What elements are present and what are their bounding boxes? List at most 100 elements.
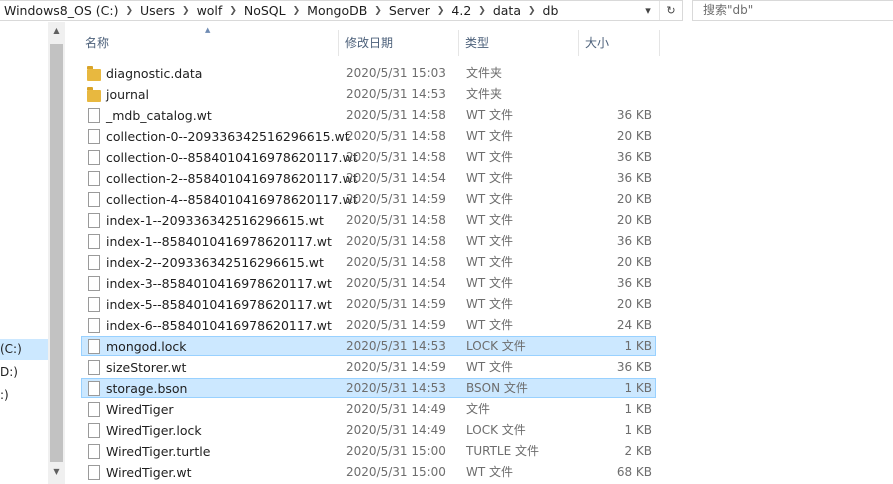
- breadcrumb-separator-icon[interactable]: ❯: [122, 6, 136, 16]
- file-size: 36 KB: [616, 108, 652, 122]
- breadcrumb-wolf[interactable]: wolf: [193, 3, 227, 18]
- breadcrumb-separator-icon[interactable]: ❯: [179, 6, 193, 16]
- file-row[interactable]: storage.bson 2020/5/31 14:53 BSON 文件 1 KB: [0, 378, 893, 399]
- breadcrumb-mongodb[interactable]: MongoDB: [303, 3, 371, 18]
- breadcrumb-separator-icon[interactable]: ❯: [475, 6, 489, 16]
- file-name: sizeStorer.wt: [106, 360, 187, 375]
- file-size: 36 KB: [616, 234, 652, 248]
- file-row[interactable]: sizeStorer.wt 2020/5/31 14:59 WT 文件 36 KB: [0, 357, 893, 378]
- file-modified-date: 2020/5/31 14:59: [346, 360, 446, 374]
- file-type: WT 文件: [466, 276, 514, 290]
- file-modified-date: 2020/5/31 15:00: [346, 444, 446, 458]
- file-type: WT 文件: [466, 150, 514, 164]
- file-row[interactable]: _mdb_catalog.wt 2020/5/31 14:58 WT 文件 36 KB: [0, 105, 893, 126]
- file-modified-date: 2020/5/31 14:54: [346, 276, 446, 290]
- address-bar[interactable]: Windows8_OS (C:) ❯ Users ❯ wolf ❯ NoSQL …: [0, 0, 683, 21]
- breadcrumb-server[interactable]: Server: [385, 3, 434, 18]
- file-icon: [88, 234, 100, 249]
- file-type: 文件夹: [466, 87, 503, 101]
- breadcrumb-separator-icon[interactable]: ❯: [371, 6, 385, 16]
- breadcrumb-drive[interactable]: Windows8_OS (C:): [0, 3, 122, 18]
- file-icon: [88, 381, 100, 396]
- file-type: LOCK 文件: [466, 339, 526, 353]
- file-type: WT 文件: [466, 318, 514, 332]
- file-name: WiredTiger: [106, 402, 174, 417]
- file-row[interactable]: journal 2020/5/31 14:53 文件夹: [0, 84, 893, 105]
- breadcrumb-separator-icon[interactable]: ❯: [290, 6, 304, 16]
- file-type: WT 文件: [466, 213, 514, 227]
- file-icon: [88, 318, 100, 333]
- breadcrumb-separator-icon[interactable]: ❯: [226, 6, 240, 16]
- breadcrumb-db[interactable]: db: [539, 3, 563, 18]
- search-input[interactable]: 搜索"db": [692, 0, 893, 21]
- file-icon: [88, 423, 100, 438]
- file-icon: [88, 192, 100, 207]
- breadcrumb-users[interactable]: Users: [136, 3, 179, 18]
- file-name: _mdb_catalog.wt: [106, 108, 212, 123]
- file-type: WT 文件: [466, 192, 514, 206]
- address-dropdown-icon[interactable]: ▾: [637, 4, 659, 17]
- breadcrumb-separator-icon[interactable]: ❯: [525, 6, 539, 16]
- file-name: mongod.lock: [106, 339, 187, 354]
- file-size: 1 KB: [624, 381, 652, 395]
- file-row[interactable]: collection-0--209336342516296615.wt 2020/…: [0, 126, 893, 147]
- file-icon: [88, 360, 100, 375]
- file-size: 36 KB: [616, 276, 652, 290]
- file-row[interactable]: WiredTiger.wt 2020/5/31 15:00 WT 文件 68 KB: [0, 462, 893, 483]
- breadcrumb-data[interactable]: data: [489, 3, 525, 18]
- file-row[interactable]: mongod.lock 2020/5/31 14:53 LOCK 文件 1 KB: [0, 336, 893, 357]
- file-row[interactable]: WiredTiger 2020/5/31 14:49 文件 1 KB: [0, 399, 893, 420]
- breadcrumb-separator-icon[interactable]: ❯: [434, 6, 448, 16]
- refresh-icon[interactable]: ↻: [659, 1, 682, 20]
- file-name: collection-0--209336342516296615.wt: [106, 129, 350, 144]
- file-row[interactable]: WiredTiger.turtle 2020/5/31 15:00 TURTLE 文…: [0, 441, 893, 462]
- column-header-type[interactable]: 类型: [459, 30, 579, 56]
- file-modified-date: 2020/5/31 14:58: [346, 255, 446, 269]
- column-header-size[interactable]: 大小: [579, 30, 660, 56]
- file-type: BSON 文件: [466, 381, 528, 395]
- column-header-date[interactable]: 修改日期: [339, 30, 459, 56]
- breadcrumb-nosql[interactable]: NoSQL: [240, 3, 290, 18]
- file-size: 68 KB: [616, 465, 652, 479]
- file-row[interactable]: collection-0--8584010416978620117.wt 2020…: [0, 147, 893, 168]
- file-modified-date: 2020/5/31 14:49: [346, 423, 446, 437]
- file-size: 20 KB: [616, 213, 652, 227]
- file-icon: [88, 444, 100, 459]
- file-name: collection-2--8584010416978620117.wt: [106, 171, 358, 186]
- folder-icon: [87, 66, 101, 81]
- file-row[interactable]: index-5--8584010416978620117.wt 2020/5/31…: [0, 294, 893, 315]
- breadcrumb-version[interactable]: 4.2: [447, 3, 475, 18]
- file-size: 20 KB: [616, 255, 652, 269]
- file-modified-date: 2020/5/31 14:54: [346, 171, 446, 185]
- file-type: WT 文件: [466, 171, 514, 185]
- file-icon: [88, 213, 100, 228]
- file-type: WT 文件: [466, 234, 514, 248]
- file-name: storage.bson: [106, 381, 188, 396]
- file-icon: [88, 297, 100, 312]
- sort-ascending-icon: ▲: [205, 26, 211, 34]
- file-icon: [88, 276, 100, 291]
- file-size: 20 KB: [616, 129, 652, 143]
- file-name: WiredTiger.wt: [106, 465, 192, 480]
- file-size: 20 KB: [616, 297, 652, 311]
- file-row[interactable]: index-1--209336342516296615.wt 2020/5/31 …: [0, 210, 893, 231]
- file-row[interactable]: index-3--8584010416978620117.wt 2020/5/31…: [0, 273, 893, 294]
- file-name: WiredTiger.lock: [106, 423, 202, 438]
- file-row[interactable]: index-2--209336342516296615.wt 2020/5/31 …: [0, 252, 893, 273]
- file-type: WT 文件: [466, 465, 514, 479]
- file-type: WT 文件: [466, 360, 514, 374]
- file-type: WT 文件: [466, 297, 514, 311]
- file-row[interactable]: collection-4--8584010416978620117.wt 2020…: [0, 189, 893, 210]
- file-icon: [88, 402, 100, 417]
- file-type: TURTLE 文件: [466, 444, 539, 458]
- file-modified-date: 2020/5/31 14:59: [346, 192, 446, 206]
- file-size: 1 KB: [624, 339, 652, 353]
- file-size: 20 KB: [616, 192, 652, 206]
- scroll-up-icon[interactable]: ▲: [48, 26, 65, 35]
- file-row[interactable]: diagnostic.data 2020/5/31 15:03 文件夹: [0, 63, 893, 84]
- file-type: 文件夹: [466, 66, 503, 80]
- file-row[interactable]: index-1--8584010416978620117.wt 2020/5/31…: [0, 231, 893, 252]
- file-row[interactable]: collection-2--8584010416978620117.wt 2020…: [0, 168, 893, 189]
- file-row[interactable]: WiredTiger.lock 2020/5/31 14:49 LOCK 文件 1 K…: [0, 420, 893, 441]
- file-row[interactable]: index-6--8584010416978620117.wt 2020/5/31…: [0, 315, 893, 336]
